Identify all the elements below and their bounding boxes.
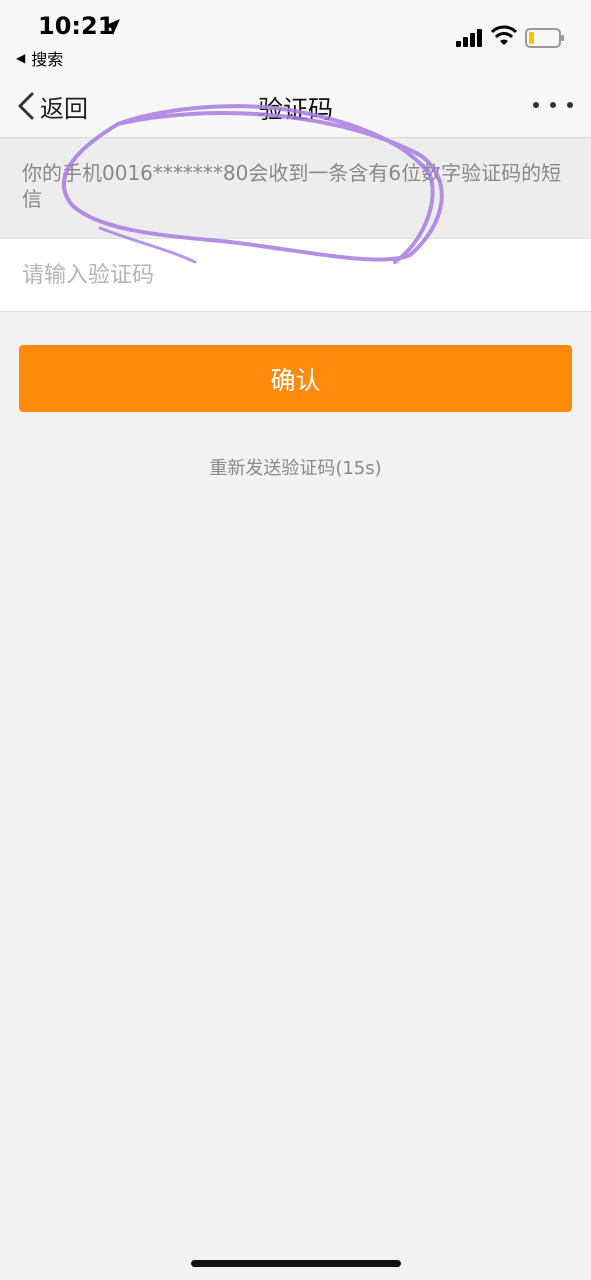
more-dots-icon <box>550 102 556 108</box>
wifi-icon <box>491 25 517 45</box>
more-dots-icon <box>533 102 539 108</box>
more-button[interactable] <box>533 90 573 120</box>
back-to-app-label: 搜索 <box>31 50 64 69</box>
page-title: 验证码 <box>257 95 333 124</box>
more-dots-icon <box>567 102 573 108</box>
sms-info-block: 你的手机0016*******80会收到一条含有6位数字验证码的短信 <box>0 138 591 238</box>
code-input-container <box>0 238 591 312</box>
navigation-bar: 返回 验证码 <box>0 76 591 138</box>
status-bar: 10:21 ◀ 搜索 <box>0 0 591 76</box>
back-to-app-button[interactable]: ◀ 搜索 <box>16 46 63 70</box>
verification-code-input[interactable] <box>0 239 591 311</box>
back-triangle-icon: ◀ <box>16 51 26 65</box>
confirm-button[interactable]: 确认 <box>19 345 572 412</box>
home-indicator[interactable] <box>191 1260 401 1267</box>
resend-code-link[interactable]: 重新发送验证码(15s) <box>0 454 591 480</box>
sms-info-text: 你的手机0016*******80会收到一条含有6位数字验证码的短信 <box>22 161 562 211</box>
battery-icon <box>525 28 564 48</box>
location-arrow-icon <box>104 19 120 35</box>
cellular-signal-icon <box>456 29 482 47</box>
